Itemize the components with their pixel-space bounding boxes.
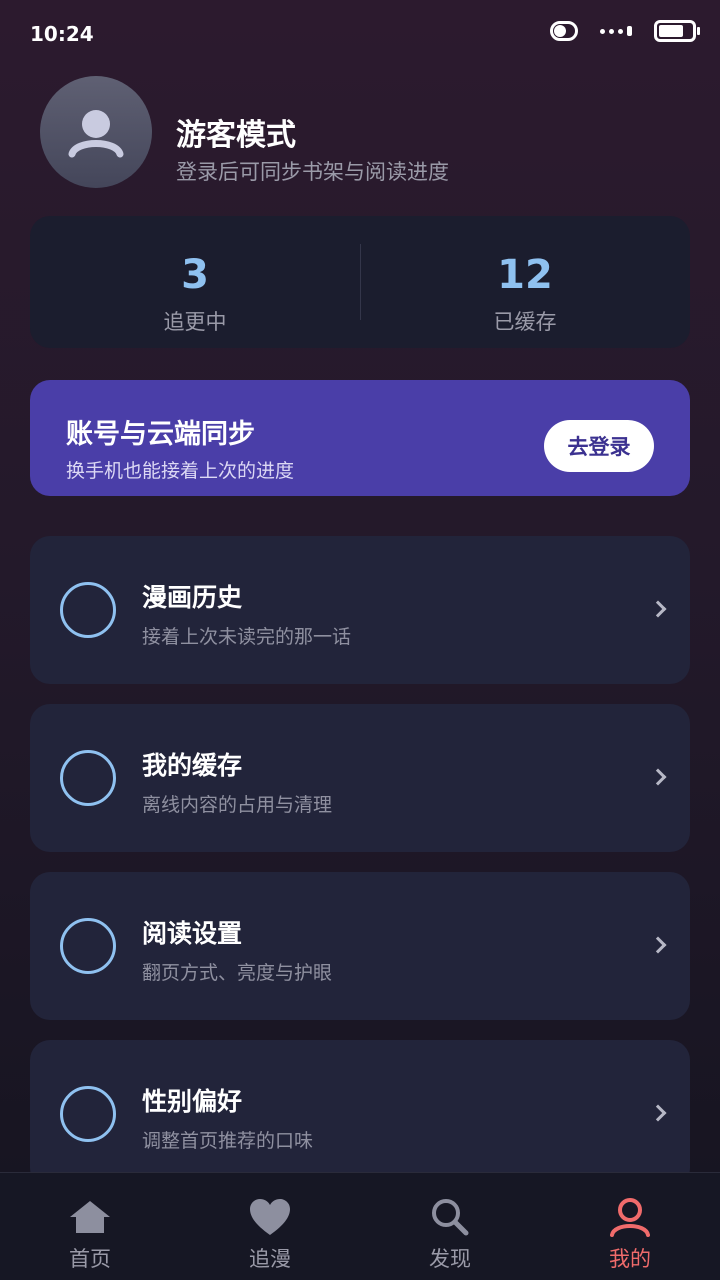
status-bar: 10:24 (0, 0, 720, 64)
menu-item-reading-settings[interactable]: 阅读设置 翻页方式、亮度与护眼 (30, 872, 690, 1020)
menu-item-desc: 翻页方式、亮度与护眼 (142, 962, 333, 984)
ring-icon (60, 750, 116, 806)
chevron-right-icon (649, 1104, 667, 1122)
menu-item-title: 我的缓存 (142, 751, 243, 780)
sync-card: 账号与云端同步 换手机也能接着上次的进度 去登录 (30, 380, 690, 496)
avatar[interactable] (40, 76, 152, 188)
stats-card: 3 追更中 12 已缓存 (30, 216, 690, 348)
ring-icon (60, 582, 116, 638)
menu-item-history[interactable]: 漫画历史 接着上次未读完的那一话 (30, 536, 690, 684)
menu-item-cache[interactable]: 我的缓存 离线内容的占用与清理 (30, 704, 690, 852)
chevron-right-icon (649, 768, 667, 786)
menu-item-desc: 接着上次未读完的那一话 (142, 626, 352, 648)
profile-subtitle: 登录后可同步书架与阅读进度 (176, 160, 449, 184)
stat-cached-label: 已缓存 (493, 310, 557, 334)
stat-following-label: 追更中 (163, 310, 227, 334)
sync-subtitle: 换手机也能接着上次的进度 (66, 460, 295, 482)
status-time: 10:24 (30, 22, 94, 46)
ring-icon (60, 918, 116, 974)
menu-list: 漫画历史 接着上次未读完的那一话 我的缓存 离线内容的占用与清理 阅读设置 翻页… (30, 536, 690, 1208)
menu-item-desc: 离线内容的占用与清理 (142, 794, 333, 816)
profile-header[interactable]: 游客模式 登录后可同步书架与阅读进度 (40, 76, 680, 188)
sync-title: 账号与云端同步 (66, 419, 255, 450)
battery-icon (654, 20, 700, 42)
user-avatar-icon (68, 110, 124, 158)
tab-discover[interactable]: 发现 (360, 1173, 540, 1280)
heart-icon (250, 1199, 290, 1235)
stat-following-value: 3 (181, 252, 209, 298)
menu-item-title: 阅读设置 (142, 919, 243, 948)
ring-icon (60, 1086, 116, 1142)
menu-item-gender-preference[interactable]: 性别偏好 调整首页推荐的口味 (30, 1040, 690, 1188)
tab-mine[interactable]: 我的 (540, 1173, 720, 1280)
tab-follow[interactable]: 追漫 (180, 1173, 360, 1280)
chevron-right-icon (649, 936, 667, 954)
user-icon (610, 1198, 650, 1237)
tab-home[interactable]: 首页 (0, 1173, 180, 1280)
menu-item-desc: 调整首页推荐的口味 (142, 1130, 314, 1152)
tab-label: 发现 (429, 1247, 471, 1271)
toggle-icon (550, 21, 578, 41)
login-button[interactable]: 去登录 (544, 420, 654, 472)
tab-label: 追漫 (249, 1247, 291, 1271)
search-icon (432, 1199, 469, 1236)
stat-cached[interactable]: 12 已缓存 (360, 216, 690, 348)
stat-following[interactable]: 3 追更中 (30, 216, 360, 348)
profile-name: 游客模式 (176, 118, 296, 153)
menu-item-title: 性别偏好 (142, 1087, 243, 1116)
home-icon (70, 1201, 110, 1233)
bottom-tab-bar: 首页 追漫 发现 我的 (0, 1172, 720, 1280)
status-icons (550, 18, 700, 44)
tab-label: 我的 (609, 1247, 651, 1271)
stat-cached-value: 12 (497, 252, 553, 298)
signal-icon (600, 26, 632, 36)
chevron-right-icon (649, 600, 667, 618)
tab-label: 首页 (69, 1247, 111, 1271)
menu-item-title: 漫画历史 (142, 583, 243, 612)
